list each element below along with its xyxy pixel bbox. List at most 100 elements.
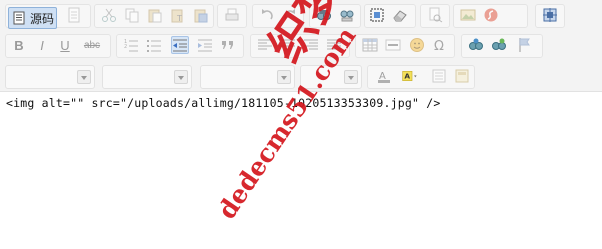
align-left-button[interactable]	[256, 36, 274, 54]
link-icon	[469, 38, 483, 50]
svg-text:Ω: Ω	[434, 39, 444, 53]
select-all-icon	[370, 8, 384, 22]
select-all-button[interactable]	[368, 6, 386, 24]
smiley-button[interactable]	[408, 36, 426, 54]
styles-combo[interactable]	[5, 65, 95, 89]
outdent-icon	[173, 39, 187, 52]
replace-button[interactable]	[338, 6, 356, 24]
underline-button[interactable]: U	[56, 36, 74, 54]
font-combo[interactable]	[200, 65, 295, 89]
maximize-button[interactable]	[541, 6, 559, 24]
flash-button[interactable]	[482, 6, 500, 24]
align-center-button[interactable]	[279, 36, 297, 54]
page-break-icon	[432, 69, 446, 83]
toolbar-row-2: B I U abc 12 Ω	[0, 34, 602, 58]
maximize-icon	[543, 8, 557, 22]
bulleted-list-button[interactable]	[145, 36, 163, 54]
blockquote-icon	[222, 41, 233, 49]
align-right-button[interactable]	[302, 36, 320, 54]
redo-button[interactable]	[281, 6, 299, 24]
background-color-icon: A	[402, 71, 417, 81]
align-justify-button[interactable]	[325, 36, 343, 54]
cut-icon	[102, 8, 116, 22]
copy-button[interactable]	[123, 6, 141, 24]
redo-icon	[284, 9, 295, 20]
rich-text-editor: 源码 T B I U abc 1 2 Ω A A <img alt="" src…	[0, 0, 602, 249]
new-page-button[interactable]	[65, 6, 83, 24]
text-color-button[interactable]: A	[372, 67, 396, 85]
indent-button[interactable]	[196, 36, 214, 54]
paste-button[interactable]	[146, 6, 164, 24]
format-combo[interactable]	[102, 65, 192, 89]
unlink-button[interactable]	[490, 36, 508, 54]
indent-icon	[198, 39, 212, 52]
blockquote-button[interactable]	[219, 36, 237, 54]
template-button[interactable]	[453, 67, 471, 85]
remove-format-button[interactable]	[391, 6, 409, 24]
print-button[interactable]	[223, 6, 241, 24]
preview-button[interactable]	[426, 6, 444, 24]
chevron-down-icon	[344, 70, 358, 84]
bold-button[interactable]: B	[10, 36, 28, 54]
italic-button[interactable]: I	[33, 36, 51, 54]
toolbar-row-1: 源码 T	[0, 4, 602, 29]
svg-text:T: T	[176, 14, 182, 23]
paste-text-button[interactable]: T	[169, 6, 187, 24]
anchor-icon	[519, 38, 530, 52]
copy-icon	[125, 8, 139, 23]
source-code-text: <img alt="" src="/uploads/allimg/181105-…	[6, 96, 441, 110]
print-icon	[225, 8, 239, 21]
bulleted-list-icon	[147, 40, 161, 52]
paste-text-icon: T	[171, 9, 183, 23]
source-button[interactable]: 源码	[8, 7, 57, 29]
undo-button[interactable]	[258, 6, 276, 24]
find-icon	[317, 10, 331, 20]
source-code-icon	[13, 11, 25, 25]
font-size-combo[interactable]	[300, 65, 362, 89]
preview-icon	[429, 7, 443, 23]
new-page-icon	[68, 7, 80, 23]
special-char-button[interactable]: Ω	[431, 36, 449, 54]
source-button-label: 源码	[30, 11, 55, 26]
paste-icon	[148, 9, 162, 23]
table-icon	[362, 38, 378, 52]
strike-button[interactable]: abc	[80, 36, 104, 54]
paste-word-button[interactable]	[192, 6, 210, 24]
horizontal-rule-button[interactable]	[384, 36, 402, 54]
remove-format-icon	[393, 10, 407, 22]
numbered-list-icon: 12	[124, 39, 138, 52]
flash-icon	[484, 8, 498, 22]
align-left-icon	[258, 39, 272, 50]
svg-text:A: A	[404, 72, 410, 81]
table-button[interactable]	[361, 36, 379, 54]
chevron-down-icon	[277, 70, 291, 84]
editor-toolbar: 源码 T B I U abc 1 2 Ω A A	[0, 0, 602, 92]
background-color-button[interactable]: A	[398, 67, 422, 85]
template-icon	[455, 69, 469, 83]
anchor-button[interactable]	[515, 36, 533, 54]
horizontal-rule-icon	[385, 39, 401, 51]
undo-icon	[262, 9, 273, 20]
image-button[interactable]	[459, 6, 477, 24]
toolbar-row-3: A A	[0, 65, 602, 89]
svg-text:2: 2	[124, 44, 127, 50]
chevron-down-icon	[77, 70, 91, 84]
chevron-down-icon	[174, 70, 188, 84]
align-right-icon	[304, 39, 318, 50]
image-icon	[460, 9, 476, 21]
paste-word-icon	[194, 9, 208, 23]
cut-button[interactable]	[100, 6, 118, 24]
align-center-icon	[281, 39, 295, 50]
special-char-icon: Ω	[434, 39, 444, 53]
smiley-icon	[410, 38, 424, 52]
unlink-icon	[492, 38, 506, 50]
text-color-icon: A	[378, 71, 390, 83]
outdent-button[interactable]	[171, 36, 189, 54]
replace-icon	[340, 10, 354, 22]
numbered-list-button[interactable]: 12	[122, 36, 140, 54]
link-button[interactable]	[467, 36, 485, 54]
editor-source-area[interactable]: <img alt="" src="/uploads/allimg/181105-…	[0, 93, 602, 249]
find-button[interactable]	[315, 6, 333, 24]
page-break-button[interactable]	[430, 67, 448, 85]
align-justify-icon	[327, 39, 341, 50]
